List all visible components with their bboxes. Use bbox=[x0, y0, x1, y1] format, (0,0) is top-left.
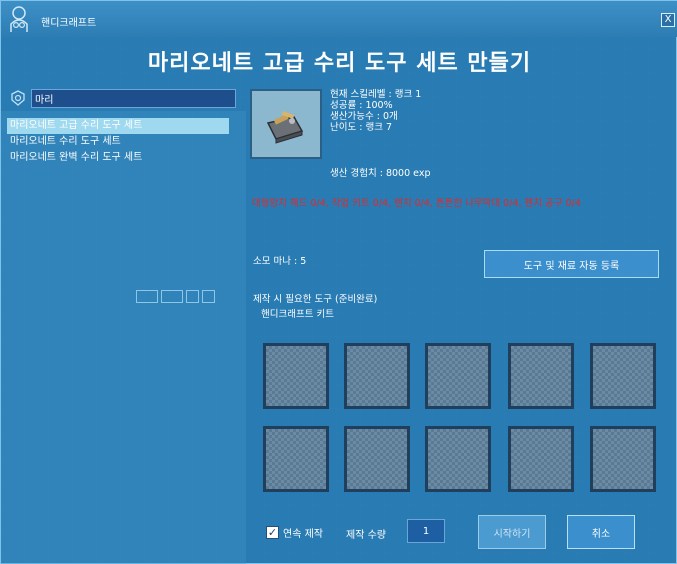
recipe-list-panel bbox=[1, 111, 246, 564]
craftable-count: 생산가능수 : 0개 bbox=[330, 111, 398, 122]
material-slot[interactable] bbox=[425, 343, 491, 409]
material-slot[interactable] bbox=[263, 426, 329, 492]
close-button[interactable]: X bbox=[661, 13, 675, 27]
material-slot[interactable] bbox=[590, 426, 656, 492]
auto-register-button[interactable]: 도구 및 재료 자동 등록 bbox=[484, 250, 659, 278]
material-slot[interactable] bbox=[590, 343, 656, 409]
difficulty: 난이도 : 랭크 7 bbox=[330, 122, 393, 133]
material-slot[interactable] bbox=[508, 343, 574, 409]
required-materials: 대형망치 헤드 0/4, 작업 키트 0/4, 렌치 0/4, 튼튼한 나무막대… bbox=[252, 198, 581, 209]
handicraft-window: 핸디크래프트 X 마리오네트 고급 수리 도구 세트 만들기 마리오네트 고급 … bbox=[0, 0, 677, 564]
start-button[interactable]: 시작하기 bbox=[478, 515, 546, 549]
recipe-list: 마리오네트 고급 수리 도구 세트 마리오네트 수리 도구 세트 마리오네트 완… bbox=[7, 118, 229, 166]
success-rate: 성공률 : 100% bbox=[330, 100, 393, 111]
mana-cost: 소모 마나 : 5 bbox=[253, 256, 307, 267]
material-slot[interactable] bbox=[344, 426, 410, 492]
handicraft-icon bbox=[5, 4, 33, 34]
item-preview bbox=[250, 89, 322, 159]
material-slot[interactable] bbox=[263, 343, 329, 409]
search-icon bbox=[9, 89, 27, 107]
toolbox-icon bbox=[252, 91, 320, 157]
material-slot[interactable] bbox=[344, 343, 410, 409]
material-slot[interactable] bbox=[425, 426, 491, 492]
cancel-button[interactable]: 취소 bbox=[567, 515, 635, 549]
background-ui-remnant bbox=[136, 290, 218, 306]
production-exp: 생산 경험치 : 8000 exp bbox=[330, 168, 431, 179]
continuous-craft-toggle[interactable]: ✓ 연속 제작 bbox=[266, 525, 323, 540]
skill-level: 현재 스킬레벨 : 랭크 1 bbox=[330, 89, 422, 100]
recipe-title: 마리오네트 고급 수리 도구 세트 만들기 bbox=[147, 51, 532, 76]
quantity-input[interactable] bbox=[407, 519, 445, 543]
window-title: 핸디크래프트 bbox=[41, 18, 97, 29]
required-tool-name: 핸디크래프트 키트 bbox=[261, 309, 334, 320]
continuous-craft-checkbox[interactable]: ✓ bbox=[266, 526, 279, 539]
continuous-craft-label: 연속 제작 bbox=[283, 529, 323, 540]
recipe-info: 현재 스킬레벨 : 랭크 1 성공률 : 100% 생산가능수 : 0개 난이도… bbox=[330, 89, 421, 133]
recipe-item[interactable]: 마리오네트 수리 도구 세트 bbox=[7, 134, 229, 150]
quantity-label: 제작 수량 bbox=[346, 530, 386, 541]
title-bar[interactable]: 핸디크래프트 X bbox=[1, 1, 677, 37]
required-tools-label: 제작 시 필요한 도구 (준비완료) bbox=[253, 294, 378, 305]
recipe-item-selected[interactable]: 마리오네트 고급 수리 도구 세트 bbox=[7, 118, 229, 134]
recipe-item[interactable]: 마리오네트 완벽 수리 도구 세트 bbox=[7, 150, 229, 166]
material-slot[interactable] bbox=[508, 426, 574, 492]
search-input[interactable] bbox=[31, 89, 236, 108]
